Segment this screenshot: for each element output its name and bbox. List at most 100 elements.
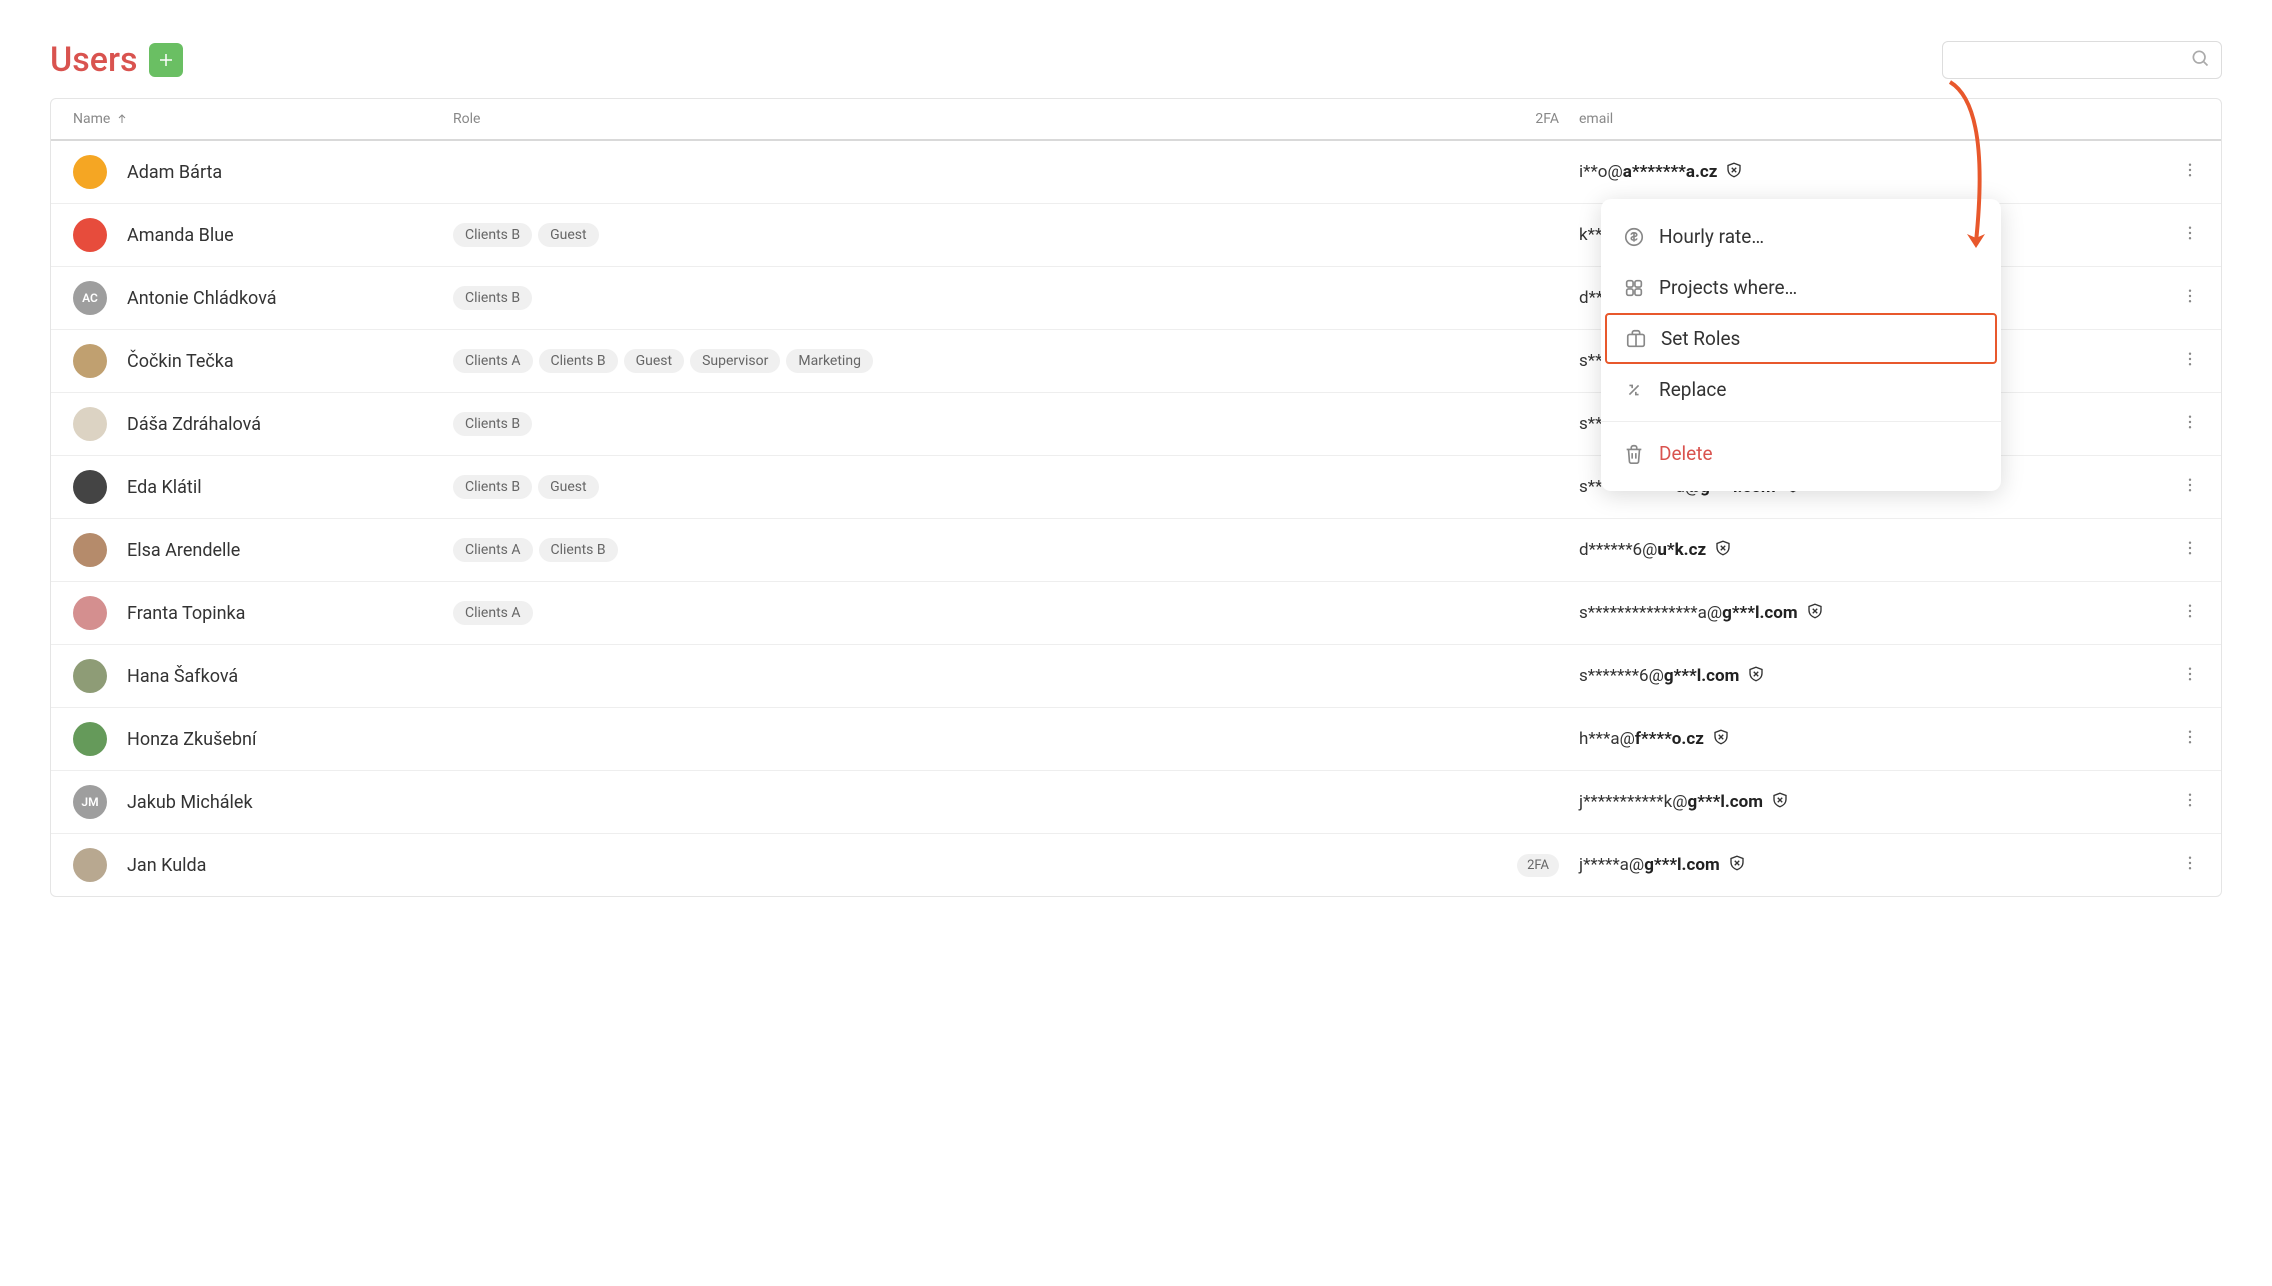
row-context-menu: Hourly rate… Projects where… Set Roles R… bbox=[1601, 199, 2001, 491]
row-actions-button[interactable] bbox=[2177, 850, 2203, 880]
table-row: Adam Bártai**o@a*******a.cz bbox=[51, 141, 2221, 204]
role-tag: Supervisor bbox=[690, 349, 780, 373]
role-tag: Clients B bbox=[453, 286, 532, 310]
user-name: Hana Šafková bbox=[127, 666, 238, 687]
shield-x-icon bbox=[1714, 539, 1732, 562]
menu-projects-where[interactable]: Projects where… bbox=[1601, 262, 2001, 313]
table-row: Elsa ArendelleClients AClients Bd******6… bbox=[51, 519, 2221, 582]
role-cell: Clients B bbox=[453, 412, 1479, 436]
avatar bbox=[73, 218, 107, 252]
table-row: JM Jakub Michálek j***********k@g***l.com bbox=[51, 771, 2221, 834]
sort-asc-icon bbox=[116, 113, 128, 125]
shield-x-icon bbox=[1771, 791, 1789, 814]
dollar-circle-icon bbox=[1623, 226, 1645, 248]
row-actions-button[interactable] bbox=[2177, 283, 2203, 313]
user-name: Eda Klátil bbox=[127, 477, 202, 498]
avatar bbox=[73, 722, 107, 756]
role-tag: Clients A bbox=[453, 601, 533, 625]
user-name: Franta Topinka bbox=[127, 603, 245, 624]
shield-x-icon bbox=[1728, 854, 1746, 877]
add-user-button[interactable] bbox=[149, 43, 183, 77]
role-tag: Clients A bbox=[453, 349, 533, 373]
row-actions-button[interactable] bbox=[2177, 535, 2203, 565]
avatar bbox=[73, 407, 107, 441]
user-name: Antonie Chládková bbox=[127, 288, 277, 309]
swap-icon bbox=[1623, 379, 1645, 401]
role-tag: Clients B bbox=[539, 538, 618, 562]
role-tag: Clients B bbox=[453, 223, 532, 247]
menu-set-roles[interactable]: Set Roles bbox=[1605, 313, 1997, 364]
avatar: AC bbox=[73, 281, 107, 315]
search-input[interactable] bbox=[1942, 41, 2222, 79]
menu-delete[interactable]: Delete bbox=[1601, 428, 2001, 479]
email-domain: g***l.com bbox=[1664, 666, 1739, 686]
avatar bbox=[73, 659, 107, 693]
avatar bbox=[73, 470, 107, 504]
menu-hourly-rate[interactable]: Hourly rate… bbox=[1601, 211, 2001, 262]
email-cell: j*****a@g***l.com bbox=[1579, 854, 2199, 877]
avatar bbox=[73, 155, 107, 189]
row-actions-button[interactable] bbox=[2177, 787, 2203, 817]
row-actions-button[interactable] bbox=[2177, 724, 2203, 754]
avatar bbox=[73, 596, 107, 630]
role-cell: Clients B bbox=[453, 286, 1479, 310]
avatar: JM bbox=[73, 785, 107, 819]
page-title: Users bbox=[50, 40, 137, 80]
menu-replace-label: Replace bbox=[1659, 378, 1726, 401]
avatar bbox=[73, 848, 107, 882]
user-name: Honza Zkušební bbox=[127, 729, 256, 750]
menu-divider bbox=[1601, 421, 2001, 422]
role-tag: Marketing bbox=[786, 349, 873, 373]
trash-icon bbox=[1623, 443, 1645, 465]
menu-hourly-rate-label: Hourly rate… bbox=[1659, 225, 1764, 248]
email-cell: s*******6@g***l.com bbox=[1579, 665, 2199, 688]
column-email[interactable]: email bbox=[1579, 111, 2199, 127]
email-domain: f****o.cz bbox=[1635, 729, 1704, 749]
role-tag: Guest bbox=[624, 349, 684, 373]
menu-set-roles-label: Set Roles bbox=[1661, 327, 1740, 350]
email-local: j***********k@ bbox=[1579, 792, 1687, 812]
email-domain: g***l.com bbox=[1722, 603, 1797, 623]
email-domain: a*******a.cz bbox=[1623, 162, 1718, 182]
avatar bbox=[73, 533, 107, 567]
row-actions-button[interactable] bbox=[2177, 157, 2203, 187]
role-cell: Clients BGuest bbox=[453, 223, 1479, 247]
role-tag: Clients A bbox=[453, 538, 533, 562]
shield-x-icon bbox=[1747, 665, 1765, 688]
row-actions-button[interactable] bbox=[2177, 598, 2203, 628]
column-name[interactable]: Name bbox=[73, 111, 453, 127]
twofa-badge: 2FA bbox=[1517, 854, 1559, 877]
table-row: Franta Topinka Clients A s***************a… bbox=[51, 582, 2221, 645]
users-table: Name Role 2FA email Adam Bártai**o@a****… bbox=[50, 98, 2222, 897]
menu-delete-label: Delete bbox=[1659, 442, 1713, 465]
role-cell: Clients AClients B bbox=[453, 538, 1479, 562]
user-name: Elsa Arendelle bbox=[127, 540, 240, 561]
table-row: Hana Šafková s*******6@g***l.com bbox=[51, 645, 2221, 708]
role-cell: Clients A bbox=[453, 601, 1479, 625]
email-cell: j***********k@g***l.com bbox=[1579, 791, 2199, 814]
search-wrapper bbox=[1942, 41, 2222, 79]
menu-replace[interactable]: Replace bbox=[1601, 364, 2001, 415]
shield-x-icon bbox=[1806, 602, 1824, 625]
email-local: s*******6@ bbox=[1579, 666, 1664, 686]
user-name: Jakub Michálek bbox=[127, 792, 253, 813]
row-actions-button[interactable] bbox=[2177, 346, 2203, 376]
shield-x-icon bbox=[1725, 161, 1743, 184]
row-actions-button[interactable] bbox=[2177, 220, 2203, 250]
role-tag: Clients B bbox=[453, 412, 532, 436]
row-actions-button[interactable] bbox=[2177, 409, 2203, 439]
column-name-label: Name bbox=[73, 111, 110, 127]
plus-icon bbox=[157, 51, 175, 69]
briefcase-icon bbox=[1625, 328, 1647, 350]
row-actions-button[interactable] bbox=[2177, 661, 2203, 691]
column-2fa[interactable]: 2FA bbox=[1479, 111, 1579, 127]
menu-projects-where-label: Projects where… bbox=[1659, 276, 1797, 299]
row-actions-button[interactable] bbox=[2177, 472, 2203, 502]
table-row: Honza Zkušební h***a@f****o.cz bbox=[51, 708, 2221, 771]
email-local: s***************a@ bbox=[1579, 603, 1722, 623]
column-role[interactable]: Role bbox=[453, 111, 1479, 127]
user-name: Jan Kulda bbox=[127, 855, 206, 876]
table-header: Name Role 2FA email bbox=[51, 99, 2221, 141]
role-tag: Guest bbox=[538, 475, 598, 499]
email-local: h***a@ bbox=[1579, 729, 1635, 749]
